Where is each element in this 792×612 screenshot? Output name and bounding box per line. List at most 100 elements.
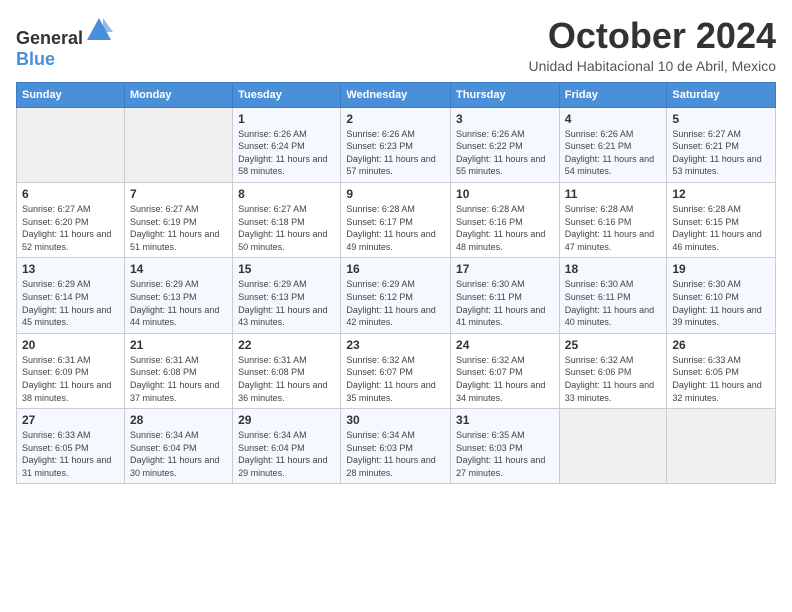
day-info: Sunrise: 6:31 AM Sunset: 6:08 PM Dayligh… bbox=[238, 354, 335, 404]
day-info: Sunrise: 6:34 AM Sunset: 6:04 PM Dayligh… bbox=[238, 429, 335, 479]
day-number: 26 bbox=[672, 338, 770, 352]
day-of-week-header: Wednesday bbox=[341, 82, 451, 107]
calendar-cell: 5 Sunrise: 6:27 AM Sunset: 6:21 PM Daylig… bbox=[667, 107, 776, 182]
month-title: October 2024 bbox=[529, 16, 776, 56]
calendar-week-row: 13Sunrise: 6:29 AM Sunset: 6:14 PM Dayli… bbox=[17, 258, 776, 333]
calendar-header-row: SundayMondayTuesdayWednesdayThursdayFrid… bbox=[17, 82, 776, 107]
calendar-cell: 17 Sunrise: 6:30 AM Sunset: 6:11 PM Dayli… bbox=[451, 258, 560, 333]
calendar-cell: 25 Sunrise: 6:32 AM Sunset: 6:06 PM Dayli… bbox=[559, 333, 667, 408]
calendar-cell: 24 Sunrise: 6:32 AM Sunset: 6:07 PM Dayli… bbox=[451, 333, 560, 408]
day-info: Sunrise: 6:31 AM Sunset: 6:09 PM Dayligh… bbox=[22, 354, 119, 404]
day-number: 15 bbox=[238, 262, 335, 276]
day-info: Sunrise: 6:33 AM Sunset: 6:05 PM Dayligh… bbox=[672, 354, 770, 404]
day-info: Sunrise: 6:32 AM Sunset: 6:07 PM Dayligh… bbox=[456, 354, 554, 404]
day-info: Sunrise: 6:27 AM Sunset: 6:21 PM Dayligh… bbox=[672, 128, 770, 178]
day-info: Sunrise: 6:30 AM Sunset: 6:11 PM Dayligh… bbox=[456, 278, 554, 328]
day-number: 19 bbox=[672, 262, 770, 276]
day-number: 6 bbox=[22, 187, 119, 201]
day-of-week-header: Thursday bbox=[451, 82, 560, 107]
day-info: Sunrise: 6:35 AM Sunset: 6:03 PM Dayligh… bbox=[456, 429, 554, 479]
day-number: 4 bbox=[565, 112, 662, 126]
calendar-cell: 8 Sunrise: 6:27 AM Sunset: 6:18 PM Daylig… bbox=[233, 182, 341, 257]
day-info: Sunrise: 6:27 AM Sunset: 6:19 PM Dayligh… bbox=[130, 203, 227, 253]
day-info: Sunrise: 6:26 AM Sunset: 6:22 PM Dayligh… bbox=[456, 128, 554, 178]
calendar-cell: 28 Sunrise: 6:34 AM Sunset: 6:04 PM Dayli… bbox=[124, 409, 232, 484]
day-info: Sunrise: 6:30 AM Sunset: 6:10 PM Dayligh… bbox=[672, 278, 770, 328]
calendar-cell: 4 Sunrise: 6:26 AM Sunset: 6:21 PM Daylig… bbox=[559, 107, 667, 182]
calendar-cell bbox=[559, 409, 667, 484]
calendar-cell: 1Sunrise: 6:26 AM Sunset: 6:24 PM Daylig… bbox=[233, 107, 341, 182]
day-info: Sunrise: 6:31 AM Sunset: 6:08 PM Dayligh… bbox=[130, 354, 227, 404]
calendar-cell: 3 Sunrise: 6:26 AM Sunset: 6:22 PM Daylig… bbox=[451, 107, 560, 182]
calendar-cell bbox=[667, 409, 776, 484]
logo-icon bbox=[85, 16, 113, 44]
calendar-cell: 30Sunrise: 6:34 AM Sunset: 6:03 PM Dayli… bbox=[341, 409, 451, 484]
calendar-cell: 26 Sunrise: 6:33 AM Sunset: 6:05 PM Dayli… bbox=[667, 333, 776, 408]
page-header: General Blue October 2024 Unidad Habitac… bbox=[16, 16, 776, 74]
logo-general: General bbox=[16, 28, 83, 48]
day-number: 10 bbox=[456, 187, 554, 201]
calendar-cell: 2 Sunrise: 6:26 AM Sunset: 6:23 PM Daylig… bbox=[341, 107, 451, 182]
day-info: Sunrise: 6:30 AM Sunset: 6:11 PM Dayligh… bbox=[565, 278, 662, 328]
day-number: 18 bbox=[565, 262, 662, 276]
day-number: 20 bbox=[22, 338, 119, 352]
day-info: Sunrise: 6:28 AM Sunset: 6:17 PM Dayligh… bbox=[346, 203, 445, 253]
day-info: Sunrise: 6:28 AM Sunset: 6:16 PM Dayligh… bbox=[456, 203, 554, 253]
logo-blue: Blue bbox=[16, 49, 55, 69]
calendar-week-row: 1Sunrise: 6:26 AM Sunset: 6:24 PM Daylig… bbox=[17, 107, 776, 182]
calendar-cell: 11 Sunrise: 6:28 AM Sunset: 6:16 PM Dayli… bbox=[559, 182, 667, 257]
day-info: Sunrise: 6:27 AM Sunset: 6:18 PM Dayligh… bbox=[238, 203, 335, 253]
day-number: 9 bbox=[346, 187, 445, 201]
calendar-cell: 16Sunrise: 6:29 AM Sunset: 6:12 PM Dayli… bbox=[341, 258, 451, 333]
day-of-week-header: Monday bbox=[124, 82, 232, 107]
day-number: 14 bbox=[130, 262, 227, 276]
day-info: Sunrise: 6:33 AM Sunset: 6:05 PM Dayligh… bbox=[22, 429, 119, 479]
day-number: 16 bbox=[346, 262, 445, 276]
day-info: Sunrise: 6:27 AM Sunset: 6:20 PM Dayligh… bbox=[22, 203, 119, 253]
day-number: 29 bbox=[238, 413, 335, 427]
calendar-cell: 22 Sunrise: 6:31 AM Sunset: 6:08 PM Dayli… bbox=[233, 333, 341, 408]
calendar-cell: 15 Sunrise: 6:29 AM Sunset: 6:13 PM Dayli… bbox=[233, 258, 341, 333]
day-number: 11 bbox=[565, 187, 662, 201]
calendar-week-row: 6 Sunrise: 6:27 AM Sunset: 6:20 PM Daylig… bbox=[17, 182, 776, 257]
day-info: Sunrise: 6:26 AM Sunset: 6:23 PM Dayligh… bbox=[346, 128, 445, 178]
calendar-cell: 10 Sunrise: 6:28 AM Sunset: 6:16 PM Dayli… bbox=[451, 182, 560, 257]
calendar-table: SundayMondayTuesdayWednesdayThursdayFrid… bbox=[16, 82, 776, 485]
day-info: Sunrise: 6:29 AM Sunset: 6:13 PM Dayligh… bbox=[238, 278, 335, 328]
day-number: 8 bbox=[238, 187, 335, 201]
day-number: 24 bbox=[456, 338, 554, 352]
day-info: Sunrise: 6:29 AM Sunset: 6:13 PM Dayligh… bbox=[130, 278, 227, 328]
day-of-week-header: Tuesday bbox=[233, 82, 341, 107]
logo: General Blue bbox=[16, 16, 113, 70]
day-info: Sunrise: 6:34 AM Sunset: 6:03 PM Dayligh… bbox=[346, 429, 445, 479]
calendar-cell: 23Sunrise: 6:32 AM Sunset: 6:07 PM Dayli… bbox=[341, 333, 451, 408]
day-number: 25 bbox=[565, 338, 662, 352]
day-info: Sunrise: 6:32 AM Sunset: 6:06 PM Dayligh… bbox=[565, 354, 662, 404]
day-info: Sunrise: 6:28 AM Sunset: 6:16 PM Dayligh… bbox=[565, 203, 662, 253]
calendar-cell: 13Sunrise: 6:29 AM Sunset: 6:14 PM Dayli… bbox=[17, 258, 125, 333]
day-of-week-header: Saturday bbox=[667, 82, 776, 107]
day-number: 2 bbox=[346, 112, 445, 126]
calendar-cell: 14 Sunrise: 6:29 AM Sunset: 6:13 PM Dayli… bbox=[124, 258, 232, 333]
day-number: 27 bbox=[22, 413, 119, 427]
day-number: 3 bbox=[456, 112, 554, 126]
calendar-cell: 12Sunrise: 6:28 AM Sunset: 6:15 PM Dayli… bbox=[667, 182, 776, 257]
day-info: Sunrise: 6:26 AM Sunset: 6:21 PM Dayligh… bbox=[565, 128, 662, 178]
calendar-cell bbox=[124, 107, 232, 182]
day-number: 22 bbox=[238, 338, 335, 352]
calendar-cell: 7 Sunrise: 6:27 AM Sunset: 6:19 PM Daylig… bbox=[124, 182, 232, 257]
day-number: 23 bbox=[346, 338, 445, 352]
day-info: Sunrise: 6:34 AM Sunset: 6:04 PM Dayligh… bbox=[130, 429, 227, 479]
day-of-week-header: Sunday bbox=[17, 82, 125, 107]
day-number: 7 bbox=[130, 187, 227, 201]
day-number: 5 bbox=[672, 112, 770, 126]
calendar-cell: 19 Sunrise: 6:30 AM Sunset: 6:10 PM Dayli… bbox=[667, 258, 776, 333]
day-of-week-header: Friday bbox=[559, 82, 667, 107]
calendar-cell: 9 Sunrise: 6:28 AM Sunset: 6:17 PM Daylig… bbox=[341, 182, 451, 257]
calendar-week-row: 27 Sunrise: 6:33 AM Sunset: 6:05 PM Dayli… bbox=[17, 409, 776, 484]
day-number: 17 bbox=[456, 262, 554, 276]
day-number: 28 bbox=[130, 413, 227, 427]
day-number: 1 bbox=[238, 112, 335, 126]
day-number: 31 bbox=[456, 413, 554, 427]
calendar-cell bbox=[17, 107, 125, 182]
